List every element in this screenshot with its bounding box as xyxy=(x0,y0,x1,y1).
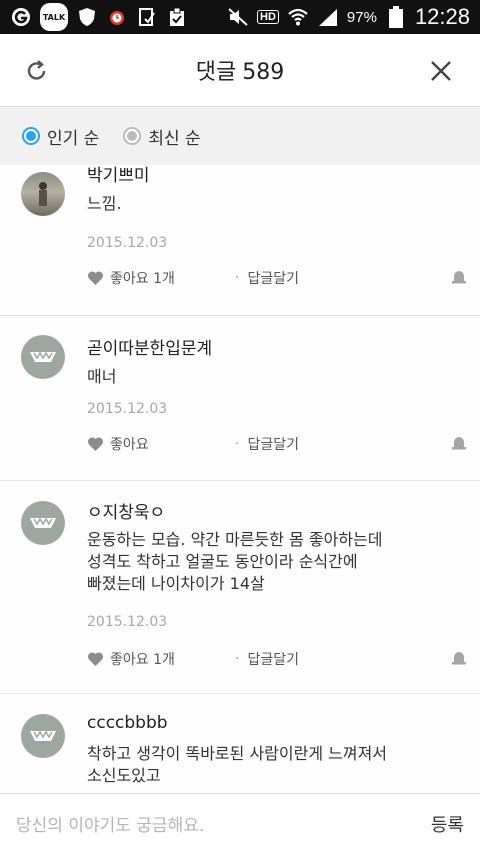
like-button[interactable]: 좋아요 xyxy=(87,434,149,454)
close-icon xyxy=(431,61,451,81)
comment-item: 곧이따분한입문계 매너 2015.12.03 좋아요 · 답글달기 xyxy=(0,316,480,481)
clipboard-icon xyxy=(166,6,188,28)
comment-text: 운동하는 모습. 약간 마른듯한 몸 좋아하는데 성격도 착하고 얼굴도 동안이… xyxy=(87,530,383,593)
comment-actions: 좋아요 · 답글달기 xyxy=(87,434,467,454)
like-label: 좋아요 1개 xyxy=(110,652,175,668)
refresh-button[interactable] xyxy=(22,56,52,86)
refresh-icon xyxy=(27,60,46,80)
comment-text: 느낌. xyxy=(87,194,122,213)
signal-icon xyxy=(317,6,339,28)
clock: 12:28 xyxy=(414,4,470,29)
report-button[interactable] xyxy=(451,268,467,288)
radio-unselected-icon xyxy=(123,127,142,145)
sort-popular-option[interactable]: 인기 순 xyxy=(22,124,99,149)
status-bar: TALK HD 97% 12:28 xyxy=(0,0,480,34)
comment-date: 2015.12.03 xyxy=(87,401,168,417)
reply-label: 답글달기 xyxy=(247,437,299,453)
sort-options: 인기 순 최신 순 xyxy=(0,107,480,165)
default-avatar-icon xyxy=(30,730,56,741)
alarm-icon xyxy=(106,6,128,28)
report-button[interactable] xyxy=(451,434,467,454)
comment-actions: 좋아요 1개 · 답글달기 xyxy=(87,268,467,288)
default-avatar-icon xyxy=(30,517,56,528)
comment-date: 2015.12.03 xyxy=(87,235,168,251)
comment-actions: 좋아요 1개 · 답글달기 xyxy=(87,649,467,669)
reply-button[interactable]: · 답글달기 xyxy=(235,268,299,288)
battery-icon xyxy=(385,6,407,28)
like-label: 좋아요 xyxy=(110,437,149,453)
avatar xyxy=(21,172,65,216)
reply-label: 답글달기 xyxy=(247,271,299,287)
sort-latest-label: 최신 순 xyxy=(148,128,201,149)
avatar xyxy=(21,501,65,545)
radio-selected-icon xyxy=(22,127,40,145)
like-button[interactable]: 좋아요 1개 xyxy=(87,268,175,288)
page-title: 댓글 589 xyxy=(196,54,284,86)
comment-author[interactable]: 박기쁘미 xyxy=(87,165,150,186)
like-label: 좋아요 1개 xyxy=(110,271,175,287)
siren-icon xyxy=(452,652,466,665)
like-button[interactable]: 좋아요 1개 xyxy=(87,649,175,669)
comments-header: 댓글 589 xyxy=(0,34,480,107)
heart-icon xyxy=(87,437,104,451)
comment-text: 착하고 생각이 똑바로된 사람이란게 느껴져서 소신도있고 xyxy=(87,744,388,785)
hd-voice-icon: HD xyxy=(257,10,279,24)
sort-popular-label: 인기 순 xyxy=(47,128,100,149)
siren-icon xyxy=(452,271,466,284)
avatar xyxy=(21,714,65,758)
mute-icon xyxy=(227,6,249,28)
default-avatar-icon xyxy=(30,351,56,362)
comment-text: 매너 xyxy=(87,367,117,386)
reply-label: 답글달기 xyxy=(247,652,299,668)
close-button[interactable] xyxy=(426,56,456,86)
comment-author[interactable]: ccccbbbb xyxy=(87,713,168,733)
reply-button[interactable]: · 답글달기 xyxy=(235,434,299,454)
report-button[interactable] xyxy=(451,649,467,669)
submit-button[interactable]: 등록 xyxy=(431,811,464,837)
comment-item: ㅇ지창욱ㅇ 운동하는 모습. 약간 마른듯한 몸 좋아하는데 성격도 착하고 얼… xyxy=(0,481,480,694)
battery-percent: 97% xyxy=(346,8,377,26)
title-label: 댓글 xyxy=(195,60,237,85)
comment-author[interactable]: ㅇ지창욱ㅇ xyxy=(87,498,165,523)
comment-list[interactable]: 박기쁘미 느낌. 2015.12.03 좋아요 1개 · 답글달기 곧이따분한입… xyxy=(0,165,480,793)
reply-button[interactable]: · 답글달기 xyxy=(235,649,299,669)
shield-icon xyxy=(76,6,98,28)
wifi-icon xyxy=(287,6,309,28)
app-notification-icon xyxy=(10,6,32,28)
comment-item: ccccbbbb 착하고 생각이 똑바로된 사람이란게 느껴져서 소신도있고 xyxy=(0,694,480,793)
comment-item: 박기쁘미 느낌. 2015.12.03 좋아요 1개 · 답글달기 xyxy=(0,165,480,316)
siren-icon xyxy=(452,437,466,450)
comment-count: 589 xyxy=(242,60,285,85)
sort-latest-option[interactable]: 최신 순 xyxy=(123,124,201,149)
heart-icon xyxy=(87,652,104,666)
comment-input[interactable]: 당신의 이야기도 궁금해요. xyxy=(16,811,431,836)
avatar xyxy=(21,335,65,379)
kakaotalk-icon: TALK xyxy=(40,3,68,31)
heart-icon xyxy=(87,271,104,285)
comment-composer: 당신의 이야기도 궁금해요. 등록 xyxy=(0,793,480,853)
download-icon xyxy=(136,6,158,28)
comment-author[interactable]: 곧이따분한입문계 xyxy=(87,334,212,359)
comment-date: 2015.12.03 xyxy=(87,614,168,630)
